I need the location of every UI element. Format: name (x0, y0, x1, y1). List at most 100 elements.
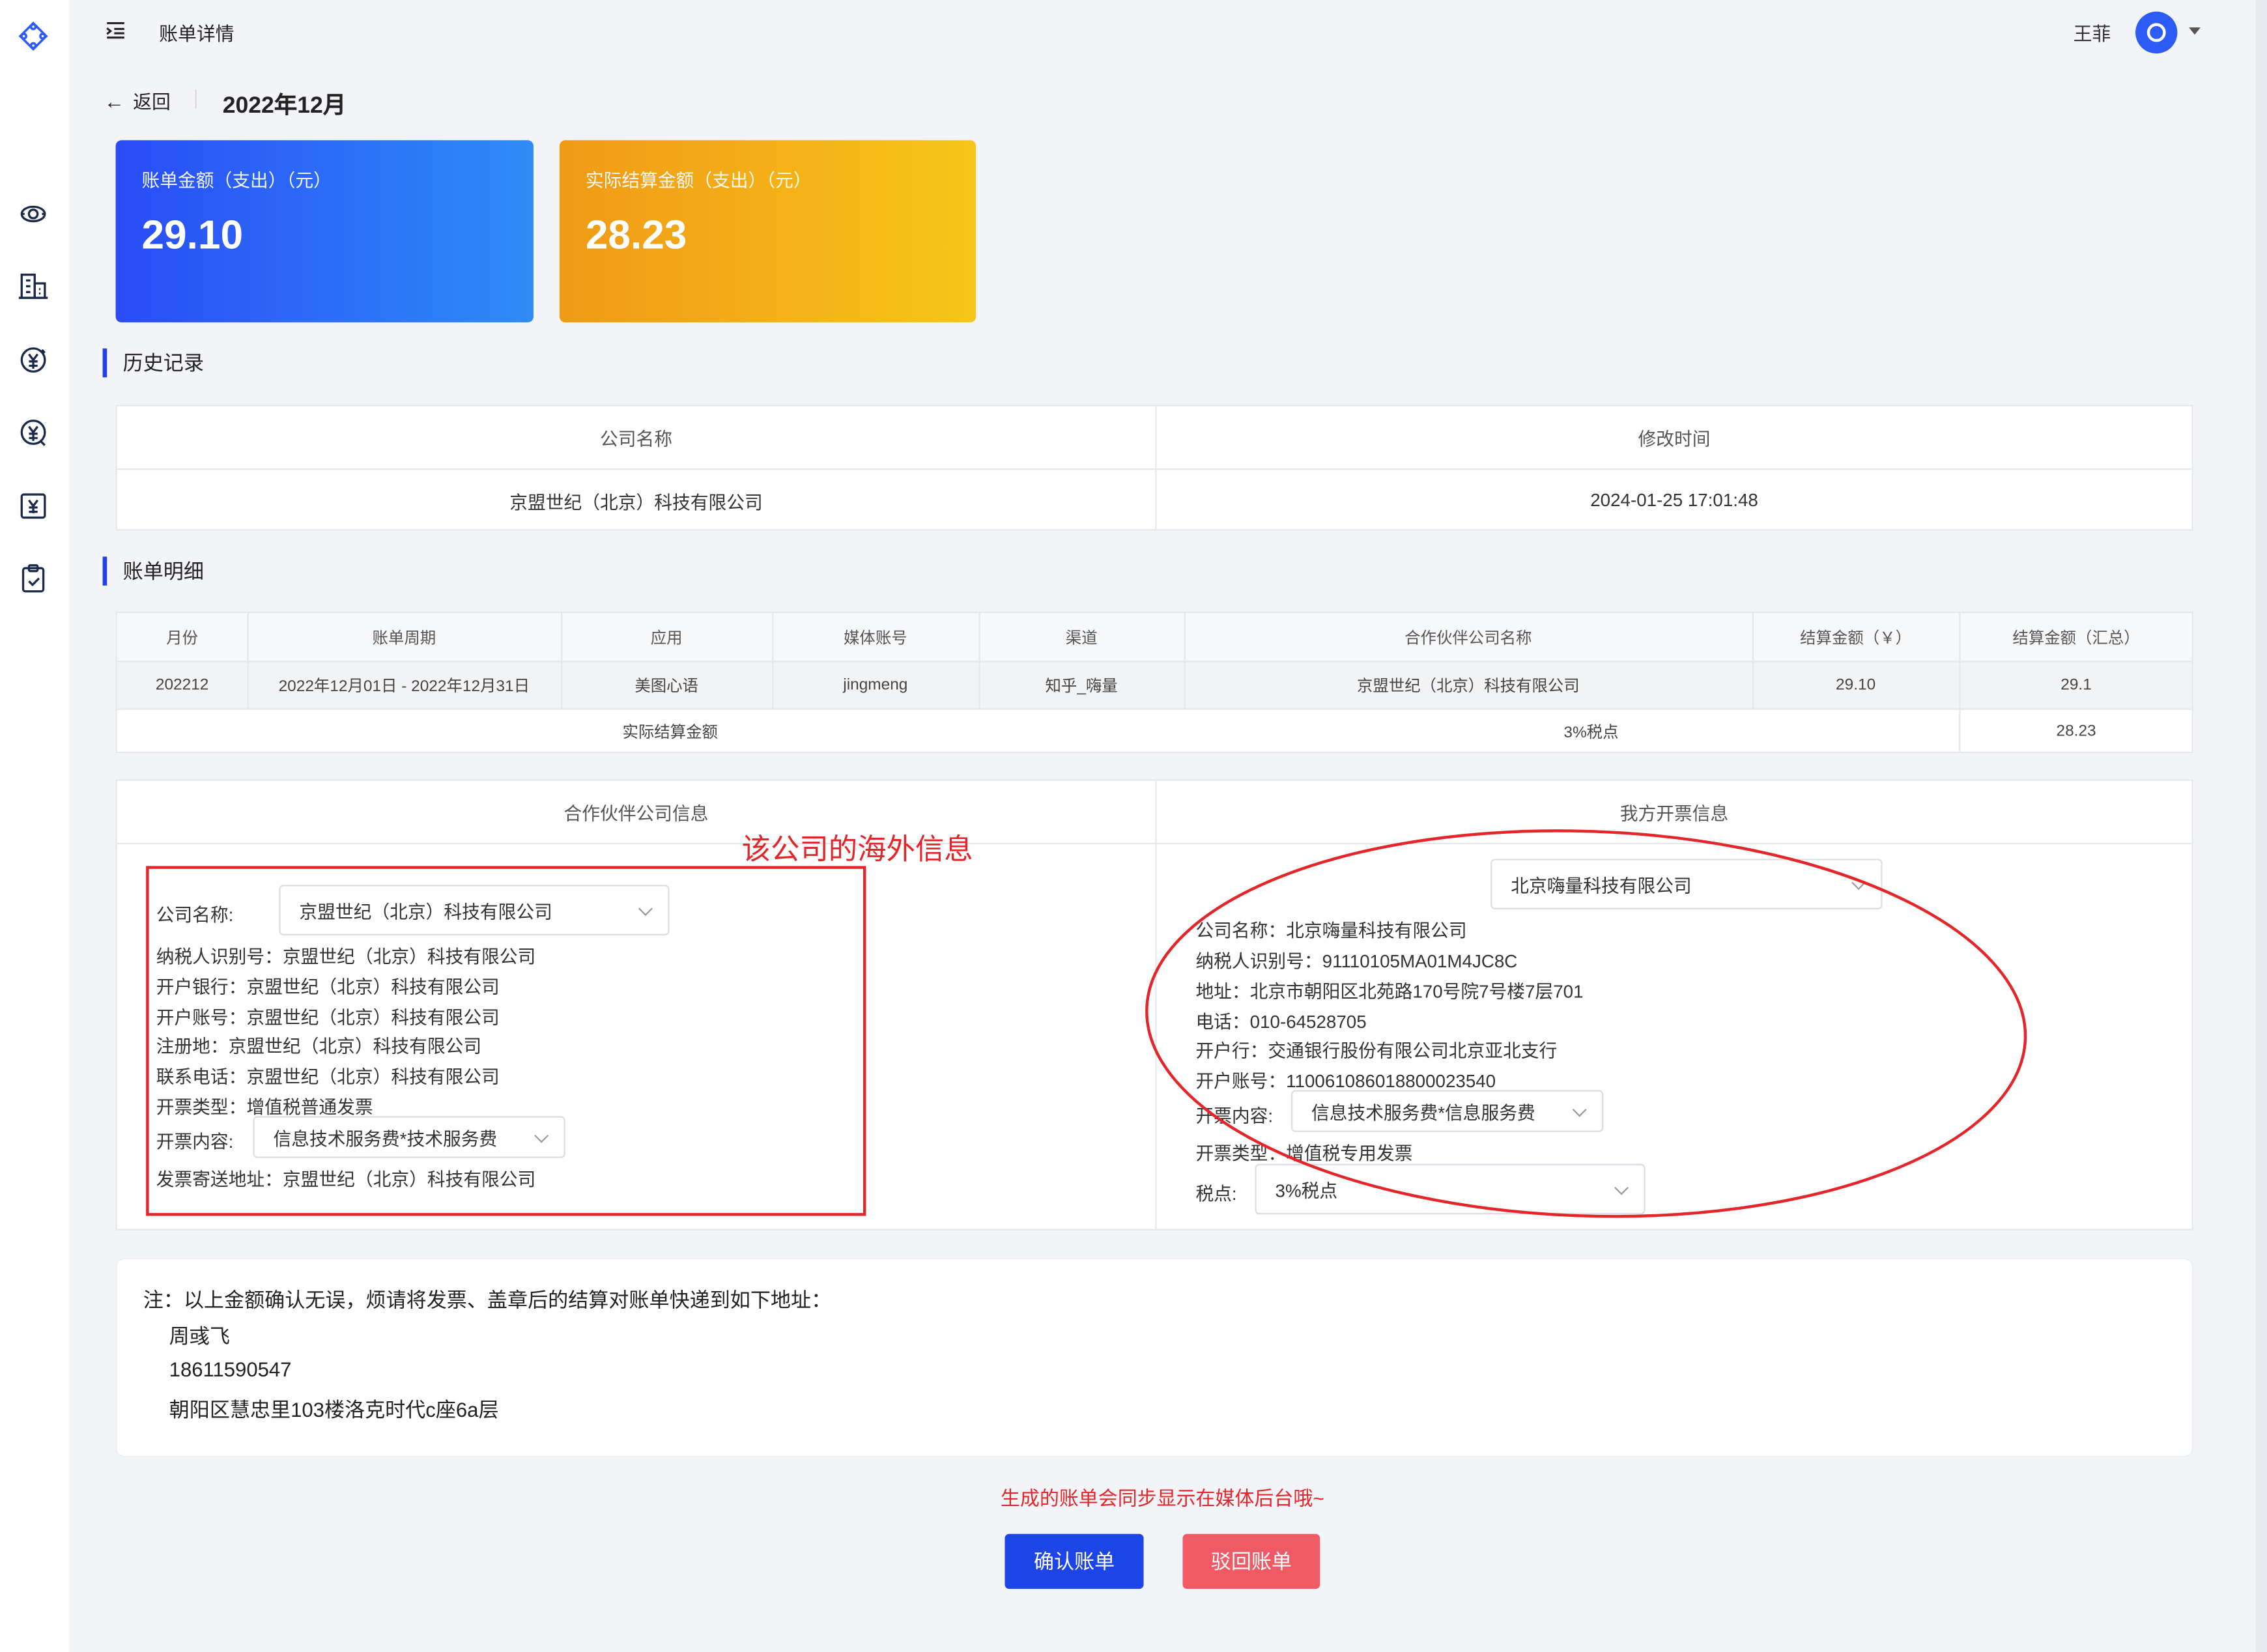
tax-rate-label: 税点: (1195, 1184, 1237, 1204)
table-header-row: 公司名称 修改时间 (117, 406, 2192, 468)
section-title-history: 历史记录 (102, 348, 204, 378)
table-cell: 知乎_嗨量 (1045, 677, 1118, 696)
chevron-down-icon (638, 901, 653, 915)
history-table: 公司名称 修改时间 京盟世纪（北京）科技有限公司 2024-01-25 17:0… (115, 405, 2193, 531)
user-name[interactable]: 王菲 (2074, 19, 2111, 46)
partner-invoice-content-select[interactable]: 信息技术服务费*技术服务费 (253, 1116, 565, 1158)
table-row: 202212 2022年12月01日 - 2022年12月31日 美图心语 ji… (117, 662, 2192, 709)
partner-invoice-type: 开票类型：增值税普通发票 (156, 1097, 373, 1118)
table-cell: 2024-01-25 17:01:48 (1590, 490, 1758, 511)
sync-notice: 生成的账单会同步显示在媒体后台哦~ (1000, 1487, 1324, 1510)
column-header: 应用 (650, 629, 683, 648)
divider (195, 89, 197, 109)
column-header: 合作伙伴公司名称 (1404, 629, 1532, 648)
column-header: 结算金额（汇总） (2012, 629, 2140, 648)
table-header-row: 月份 账单周期 应用 媒体账号 渠道 合作伙伴公司名称 结算金额（￥） 结算金额… (117, 613, 2192, 661)
note-recipient-address: 朝阳区慧忠里103楼洛克时代c座6a层 (169, 1398, 499, 1421)
table-cell: jingmeng (843, 676, 908, 694)
note-recipient-phone: 18611590547 (169, 1358, 292, 1381)
column-divider (561, 613, 563, 709)
select-value: 信息技术服务费*技术服务费 (273, 1129, 498, 1150)
annotation-label: 该公司的海外信息 (741, 834, 973, 866)
finance-icon[interactable] (18, 416, 50, 448)
our-address: 地址：北京市朝阳区北苑路170号院7号楼7层701 (1195, 981, 1584, 1003)
column-divider (772, 613, 774, 709)
column-divider (978, 613, 980, 709)
partner-info-header: 合作伙伴公司信息 (563, 803, 709, 825)
chevron-down-icon (534, 1128, 549, 1143)
table-cell: 29.1 (2060, 676, 2092, 694)
bill-detail-table: 月份 账单周期 应用 媒体账号 渠道 合作伙伴公司名称 结算金额（￥） 结算金额… (115, 611, 2193, 754)
chevron-down-icon (1851, 875, 1866, 890)
column-divider (1155, 406, 1157, 530)
menu-collapse-icon[interactable] (104, 19, 128, 42)
partner-company-select[interactable]: 京盟世纪（北京）科技有限公司 (279, 885, 670, 935)
our-bank: 开户行：交通银行股份有限公司北京亚北支行 (1195, 1040, 1558, 1062)
partner-registration: 注册地：京盟世纪（北京）科技有限公司 (156, 1036, 482, 1057)
table-cell: 京盟世纪（北京）科技有限公司 (509, 492, 763, 513)
column-header: 结算金额（￥） (1800, 629, 1912, 648)
note-panel: 注：以上金额确认无误，烦请将发票、盖章后的结算对账单快递到如下地址： 周彧飞 1… (115, 1257, 2193, 1458)
table-cell: 29.10 (1836, 676, 1876, 694)
our-tax-id: 纳税人识别号：91110105MA01M4JC8C (1195, 951, 1518, 972)
column-divider (1959, 613, 1961, 752)
card-label: 实际结算金额（支出）（元） (585, 170, 812, 191)
note-recipient-name: 周彧飞 (169, 1324, 230, 1348)
our-company-name: 公司名称：北京嗨量科技有限公司 (1195, 920, 1467, 941)
bill-icon[interactable] (18, 490, 50, 522)
page-title: 2022年12月 (222, 94, 347, 119)
table-cell: 京盟世纪（北京）科技有限公司 (1356, 677, 1580, 696)
select-value: 信息技术服务费*信息服务费 (1311, 1103, 1535, 1124)
building-icon[interactable] (18, 270, 50, 302)
our-account: 开户账号：110061086018800023540 (1195, 1071, 1496, 1092)
column-header: 账单周期 (372, 629, 436, 648)
column-divider (1184, 613, 1186, 709)
reject-bill-button[interactable]: 驳回账单 (1182, 1533, 1320, 1589)
confirm-bill-button[interactable]: 确认账单 (1005, 1533, 1144, 1589)
chevron-down-icon (1572, 1102, 1587, 1117)
top-header: 账单详情 王菲 (70, 0, 2256, 64)
back-label: 返回 (133, 91, 171, 113)
column-header: 媒体账号 (844, 629, 907, 648)
logo-icon[interactable] (18, 20, 50, 52)
scrollbar-track[interactable] (2255, 0, 2267, 1652)
header-title: 账单详情 (159, 23, 235, 45)
column-divider (1752, 613, 1754, 709)
app-root: 账单详情 王菲 ← 返回 2022年12月 账单金额（支出）（元） 29.10 … (0, 0, 2267, 1652)
settlement-amount-card: 实际结算金额（支出）（元） 28.23 (559, 140, 977, 322)
our-phone: 电话：010-64528705 (1195, 1012, 1367, 1032)
partner-account: 开户账号：京盟世纪（北京）科技有限公司 (156, 1007, 500, 1028)
column-header: 月份 (166, 629, 199, 648)
column-header: 公司名称 (600, 429, 673, 450)
settlement-icon[interactable] (18, 344, 50, 376)
avatar[interactable] (2135, 11, 2178, 54)
clipboard-check-icon[interactable] (18, 562, 50, 594)
back-button[interactable]: ← 返回 (104, 87, 171, 114)
card-value: 29.10 (141, 212, 244, 258)
table-cell: 202212 (155, 676, 209, 694)
partner-tax-id: 纳税人识别号：京盟世纪（北京）科技有限公司 (156, 947, 536, 967)
select-value: 北京嗨量科技有限公司 (1511, 876, 1692, 897)
arrow-left-icon: ← (104, 89, 124, 113)
select-value: 3%税点 (1275, 1181, 1338, 1202)
partner-mailing-address: 发票寄送地址：京盟世纪（北京）科技有限公司 (156, 1169, 536, 1190)
medal-icon[interactable] (18, 198, 50, 230)
sidebar (0, 0, 70, 1652)
table-cell: 美图心语 (634, 677, 698, 696)
invoice-content-label: 开票内容: (1195, 1105, 1274, 1126)
our-company-select[interactable]: 北京嗨量科技有限公司 (1490, 859, 1883, 910)
tax-rate-select[interactable]: 3%税点 (1255, 1163, 1646, 1215)
partner-bank: 开户银行：京盟世纪（北京）科技有限公司 (156, 977, 500, 998)
column-header: 修改时间 (1638, 429, 1711, 450)
summary-label: 实际结算金额 (622, 724, 718, 742)
bill-amount-card: 账单金额（支出）（元） 29.10 (115, 140, 534, 322)
row-divider (117, 842, 2192, 845)
our-invoice-content-select[interactable]: 信息技术服务费*信息服务费 (1290, 1090, 1604, 1132)
our-info-header: 我方开票信息 (1619, 803, 1729, 825)
company-name-label: 公司名称: (156, 905, 234, 926)
card-value: 28.23 (585, 212, 687, 258)
caret-down-icon[interactable] (2189, 27, 2201, 35)
note-instruction: 注：以上金额确认无误，烦请将发票、盖章后的结算对账单快递到如下地址： (143, 1288, 832, 1311)
table-row: 京盟世纪（北京）科技有限公司 2024-01-25 17:01:48 (117, 470, 2192, 530)
select-value: 京盟世纪（北京）科技有限公司 (299, 902, 552, 922)
